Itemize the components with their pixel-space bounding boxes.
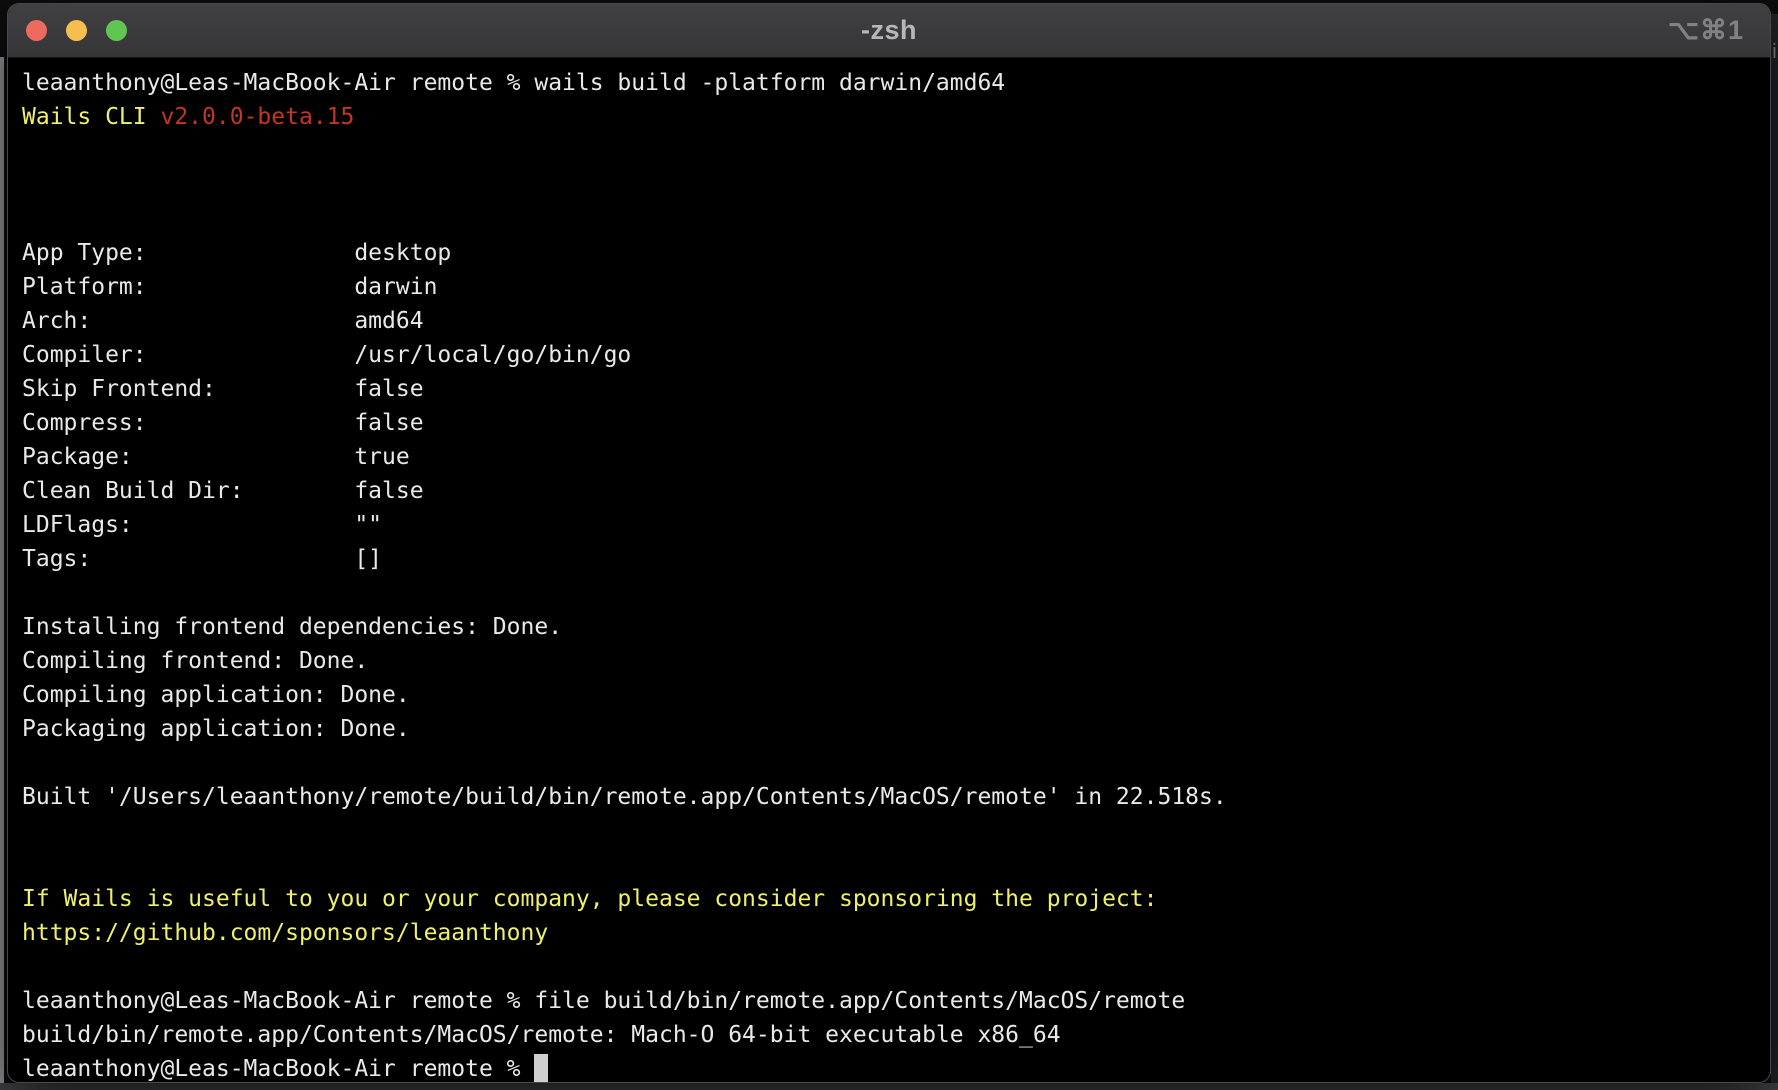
terminal-line: Installing frontend dependencies: Done.	[22, 610, 1770, 644]
zoom-button[interactable]	[106, 20, 127, 41]
terminal-text-segment: If Wails is useful to you or your compan…	[22, 886, 1157, 912]
terminal-text-segment: leaanthony@Leas-MacBook-Air remote % fil…	[22, 988, 1185, 1014]
terminal-line	[22, 848, 1770, 882]
terminal-text-segment: Package: true	[22, 444, 410, 470]
terminal-text-segment: Platform: darwin	[22, 274, 437, 300]
window-shortcut-hint: ⌥⌘1	[1668, 4, 1744, 57]
terminal-line	[22, 746, 1770, 780]
terminal-window: -zsh ⌥⌘1 leaanthony@Leas-MacBook-Air rem…	[7, 3, 1771, 1083]
terminal-text-segment: https://github.com/sponsors/leaanthony	[22, 920, 548, 946]
terminal-text-segment: Compiling application: Done.	[22, 682, 410, 708]
terminal-text-segment: Packaging application: Done.	[22, 716, 410, 742]
terminal-line	[22, 134, 1770, 168]
terminal-line: leaanthony@Leas-MacBook-Air remote % wai…	[22, 66, 1770, 100]
terminal-line: Compiler: /usr/local/go/bin/go	[22, 338, 1770, 372]
terminal-line	[22, 168, 1770, 202]
terminal-line: Built '/Users/leaanthony/remote/build/bi…	[22, 780, 1770, 814]
terminal-line: Skip Frontend: false	[22, 372, 1770, 406]
terminal-text-segment: Compiler: /usr/local/go/bin/go	[22, 342, 631, 368]
terminal-line: Arch: amd64	[22, 304, 1770, 338]
terminal-text-segment: Skip Frontend: false	[22, 376, 424, 402]
terminal-line: https://github.com/sponsors/leaanthony	[22, 916, 1770, 950]
window-title: -zsh	[8, 15, 1770, 46]
terminal-text-segment: Built '/Users/leaanthony/remote/build/bi…	[22, 784, 1227, 810]
close-button[interactable]	[26, 20, 47, 41]
terminal-line: Wails CLI v2.0.0-beta.15	[22, 100, 1770, 134]
text-cursor	[534, 1054, 548, 1083]
background-window-edge-right: i	[1771, 14, 1778, 1090]
terminal-line	[22, 950, 1770, 984]
terminal-text-segment: App Type: desktop	[22, 240, 451, 266]
minimize-button[interactable]	[66, 20, 87, 41]
terminal-line: Tags: []	[22, 542, 1770, 576]
terminal-text-segment: Clean Build Dir: false	[22, 478, 424, 504]
terminal-line: LDFlags: ""	[22, 508, 1770, 542]
terminal-line: Packaging application: Done.	[22, 712, 1770, 746]
terminal-text-segment: build/bin/remote.app/Contents/MacOS/remo…	[22, 1022, 1061, 1048]
traffic-lights	[26, 4, 127, 57]
terminal-text-segment: Compiling frontend: Done.	[22, 648, 368, 674]
terminal-line: Compress: false	[22, 406, 1770, 440]
terminal-line: build/bin/remote.app/Contents/MacOS/remo…	[22, 1018, 1770, 1052]
terminal-text-segment: Tags: []	[22, 546, 382, 572]
terminal-line: App Type: desktop	[22, 236, 1770, 270]
terminal-text-segment: Arch: amd64	[22, 308, 424, 334]
terminal-line: leaanthony@Leas-MacBook-Air remote % fil…	[22, 984, 1770, 1018]
terminal-output[interactable]: leaanthony@Leas-MacBook-Air remote % wai…	[8, 58, 1770, 1083]
terminal-text-segment: leaanthony@Leas-MacBook-Air remote %	[22, 1056, 534, 1082]
background-window-edge-bottom	[0, 1083, 1778, 1090]
terminal-line: Clean Build Dir: false	[22, 474, 1770, 508]
terminal-line: Platform: darwin	[22, 270, 1770, 304]
terminal-line	[22, 576, 1770, 610]
terminal-text-segment: v2.0.0-beta.15	[160, 104, 354, 130]
terminal-line: Package: true	[22, 440, 1770, 474]
terminal-line: leaanthony@Leas-MacBook-Air remote %	[22, 1052, 1770, 1083]
background-window-edge-left	[0, 57, 4, 1090]
titlebar[interactable]: -zsh ⌥⌘1	[8, 4, 1770, 58]
terminal-line: If Wails is useful to you or your compan…	[22, 882, 1770, 916]
terminal-text-segment: leaanthony@Leas-MacBook-Air remote % wai…	[22, 70, 1005, 96]
terminal-text-segment: LDFlags: ""	[22, 512, 382, 538]
terminal-text-segment: Installing frontend dependencies: Done.	[22, 614, 562, 640]
terminal-text-segment: Wails CLI	[22, 104, 160, 130]
terminal-line: Compiling frontend: Done.	[22, 644, 1770, 678]
terminal-line	[22, 814, 1770, 848]
terminal-line	[22, 202, 1770, 236]
terminal-text-segment: Compress: false	[22, 410, 424, 436]
terminal-line: Compiling application: Done.	[22, 678, 1770, 712]
